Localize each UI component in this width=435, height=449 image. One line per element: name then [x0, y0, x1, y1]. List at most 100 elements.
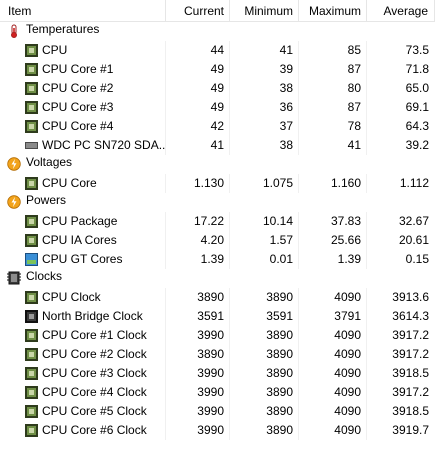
sensor-name: CPU Core #6 Clock: [42, 423, 147, 437]
table-row[interactable]: CPU Core #4 42 37 78 64.3: [0, 117, 435, 136]
table-row[interactable]: CPU Core #2 Clock 3890 3890 4090 3917.2: [0, 345, 435, 364]
current-value: 3990: [166, 421, 230, 440]
sensor-name-cell: CPU Core #3: [0, 98, 166, 117]
cpu-chip-icon: [25, 215, 38, 228]
maximum-value: 80: [299, 79, 367, 98]
cpu-chip-icon: [25, 44, 38, 57]
current-value: 49: [166, 60, 230, 79]
maximum-value: 37.83: [299, 212, 367, 231]
sensor-name: WDC PC SN720 SDA...: [42, 138, 166, 152]
table-row[interactable]: CPU Clock 3890 3890 4090 3913.6: [0, 288, 435, 307]
maximum-value: 4090: [299, 364, 367, 383]
average-value: 3918.5: [392, 404, 429, 418]
maximum-value: 87: [299, 98, 367, 117]
current-value: 41: [166, 136, 230, 155]
cpu-chip-icon: [25, 63, 38, 76]
table-row[interactable]: CPU Package 17.22 10.14 37.83 32.67: [0, 212, 435, 231]
sensor-name-cell: CPU Core #1: [0, 60, 166, 79]
sensor-name-cell: CPU Core #4: [0, 117, 166, 136]
table-row[interactable]: CPU Core #4 Clock 3990 3890 4090 3917.2: [0, 383, 435, 402]
table-row[interactable]: CPU Core #5 Clock 3990 3890 4090 3918.5: [0, 402, 435, 421]
cpu-chip-icon: [25, 424, 38, 437]
maximum-value: 4090: [299, 402, 367, 421]
table-row[interactable]: CPU Core #3 Clock 3990 3890 4090 3918.5: [0, 364, 435, 383]
minimum-value: 3890: [230, 288, 299, 307]
table-row[interactable]: CPU 44 41 85 73.5: [0, 41, 435, 60]
average-value: 71.8: [405, 62, 429, 76]
maximum-value: 3791: [299, 307, 367, 326]
minimum-value: 3890: [230, 345, 299, 364]
current-value: 44: [166, 41, 230, 60]
sensor-name-cell: CPU Core: [0, 174, 166, 193]
monitor-icon: [25, 253, 38, 266]
average-value: 3919.7: [392, 423, 429, 437]
current-value: 42: [166, 117, 230, 136]
maximum-value: 78: [299, 117, 367, 136]
current-value: 3990: [166, 364, 230, 383]
cpu-chip-icon: [25, 405, 38, 418]
minimum-value: 39: [230, 60, 299, 79]
minimum-value: 3591: [230, 307, 299, 326]
current-value: 3890: [166, 345, 230, 364]
current-value: 4.20: [166, 231, 230, 250]
table-row[interactable]: CPU Core #1 49 39 87 71.8: [0, 60, 435, 79]
current-value: 3990: [166, 402, 230, 421]
sensor-name-cell: CPU GT Cores: [0, 250, 166, 269]
lightning-icon: [7, 157, 21, 171]
sensor-name: CPU Core #3 Clock: [42, 366, 147, 380]
table-row[interactable]: WDC PC SN720 SDA... 41 38 41 39.2: [0, 136, 435, 155]
column-header-average[interactable]: Average: [367, 0, 435, 22]
minimum-value: 1.075: [230, 174, 299, 193]
lightning-icon: [7, 195, 21, 209]
minimum-value: 1.57: [230, 231, 299, 250]
group-row-temperatures[interactable]: Temperatures: [0, 22, 435, 41]
maximum-value: 4090: [299, 326, 367, 345]
maximum-value: 41: [299, 136, 367, 155]
average-value: 64.3: [405, 119, 429, 133]
table-row[interactable]: CPU GT Cores 1.39 0.01 1.39 0.15: [0, 250, 435, 269]
table-row[interactable]: CPU Core 1.130 1.075 1.160 1.112: [0, 174, 435, 193]
sensor-name: CPU Core #2 Clock: [42, 347, 147, 361]
sensor-name-cell: CPU Core #4 Clock: [0, 383, 166, 402]
sensor-name-cell: CPU Package: [0, 212, 166, 231]
column-header-minimum[interactable]: Minimum: [230, 0, 299, 22]
table-row[interactable]: CPU Core #1 Clock 3990 3890 4090 3917.2: [0, 326, 435, 345]
sensor-name-cell: CPU Core #5 Clock: [0, 402, 166, 421]
current-value: 3990: [166, 383, 230, 402]
table-row[interactable]: CPU IA Cores 4.20 1.57 25.66 20.61: [0, 231, 435, 250]
average-value: 3913.6: [392, 290, 429, 304]
sensor-name-cell: CPU Core #3 Clock: [0, 364, 166, 383]
cpu-chip-icon: [25, 348, 38, 361]
maximum-value: 85: [299, 41, 367, 60]
average-value: 0.15: [405, 252, 429, 266]
chipset-icon: [25, 310, 38, 323]
column-header-maximum[interactable]: Maximum: [299, 0, 367, 22]
group-row-clocks[interactable]: Clocks: [0, 269, 435, 288]
sensor-name-cell: CPU Core #2 Clock: [0, 345, 166, 364]
sensor-name: CPU GT Cores: [42, 252, 123, 266]
table-row[interactable]: CPU Core #2 49 38 80 65.0: [0, 79, 435, 98]
sensor-name: CPU Package: [42, 214, 118, 228]
table-row[interactable]: CPU Core #3 49 36 87 69.1: [0, 98, 435, 117]
sensor-name: CPU Clock: [42, 290, 101, 304]
group-row-powers[interactable]: Powers: [0, 193, 435, 212]
column-header-current[interactable]: Current: [166, 0, 230, 22]
minimum-value: 38: [230, 136, 299, 155]
group-label: Temperatures: [26, 22, 100, 36]
current-value: 49: [166, 79, 230, 98]
sensor-name-cell: CPU: [0, 41, 166, 60]
column-header-item[interactable]: Item: [0, 0, 166, 22]
sensor-name-cell: CPU Core #6 Clock: [0, 421, 166, 440]
cpu-chip-icon: [25, 82, 38, 95]
group-row-voltages[interactable]: Voltages: [0, 155, 435, 174]
table-row[interactable]: North Bridge Clock 3591 3591 3791 3614.3: [0, 307, 435, 326]
average-value: 39.2: [405, 138, 429, 152]
thermometer-icon: [7, 24, 21, 38]
maximum-value: 1.39: [299, 250, 367, 269]
minimum-value: 3890: [230, 402, 299, 421]
table-row[interactable]: CPU Core #6 Clock 3990 3890 4090 3919.7: [0, 421, 435, 440]
minimum-value: 3890: [230, 421, 299, 440]
minimum-value: 10.14: [230, 212, 299, 231]
average-value: 3917.2: [392, 385, 429, 399]
minimum-value: 37: [230, 117, 299, 136]
